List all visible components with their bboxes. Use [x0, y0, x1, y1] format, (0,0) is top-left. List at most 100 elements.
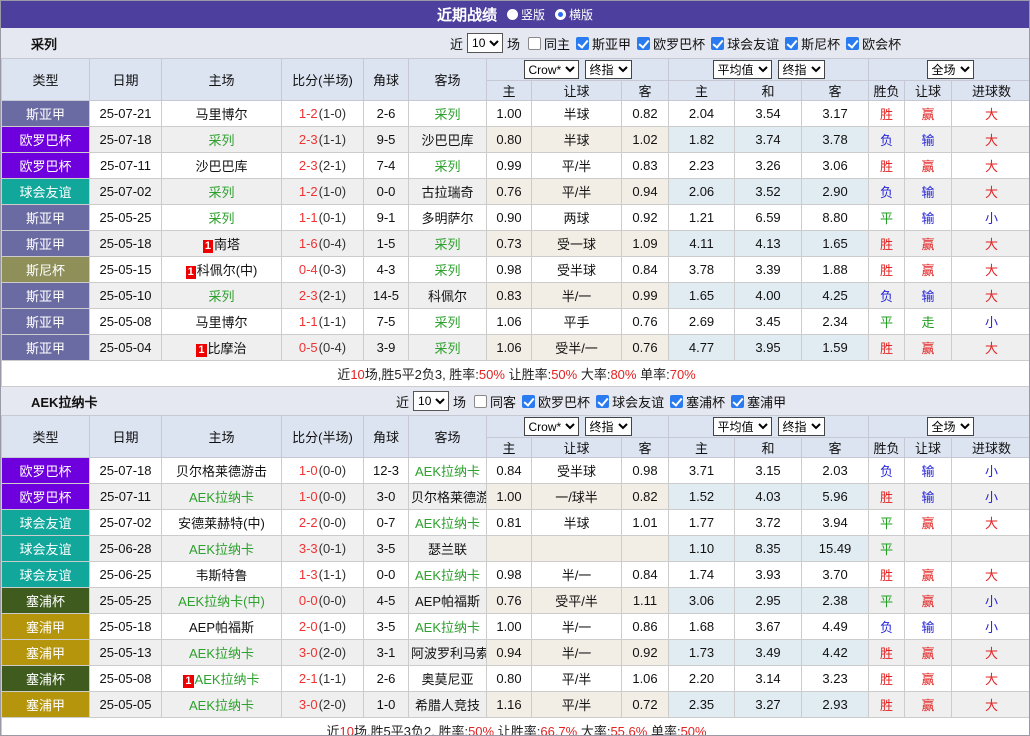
odds-home: 0.99: [486, 152, 532, 179]
fulltime-select[interactable]: 全场: [926, 60, 974, 79]
view-option-horizontal[interactable]: 横版: [555, 6, 593, 23]
league-checkbox[interactable]: [670, 394, 684, 408]
league-badge: 塞浦甲: [1, 613, 90, 640]
match-score: 3-0(2-0): [281, 691, 364, 718]
odds-time-select[interactable]: 终指: [584, 60, 632, 79]
match-date: 25-05-18: [89, 230, 162, 257]
fulltime-score: 3-3: [298, 541, 318, 556]
result-handicap: 输: [904, 126, 953, 153]
odds-home: 0.73: [486, 230, 532, 257]
away-team: 奥莫尼亚: [408, 665, 487, 692]
avg-home: 3.71: [668, 457, 736, 484]
games-label: 场: [453, 394, 467, 410]
summary-segment: 50%: [468, 724, 495, 736]
corner-score: 3-5: [363, 613, 409, 640]
league-checkbox[interactable]: [731, 394, 745, 408]
league-checkbox[interactable]: [522, 394, 536, 408]
odds-source-select[interactable]: Crow*: [523, 60, 579, 79]
halftime-score: (2-1): [318, 158, 347, 173]
match-date: 25-07-18: [89, 457, 162, 484]
match-score: 1-6(0-4): [281, 230, 364, 257]
home-team-name: 南塔: [214, 237, 241, 252]
corner-score: 2-6: [363, 665, 409, 692]
match-score: 1-1(0-1): [281, 204, 364, 231]
match-score: 1-2(1-0): [281, 100, 364, 127]
results-table: 类型 日期 主场 比分(半场) 角球 客场 Crow*终指 平均值终指 全场: [1, 58, 1029, 387]
league-checkbox[interactable]: [637, 36, 651, 50]
odds-handicap: 半/一: [531, 282, 622, 309]
league-checkbox[interactable]: [596, 394, 610, 408]
league-filter-label: 球会友谊: [612, 394, 665, 410]
away-team: 采列: [408, 308, 487, 335]
corner-score: 0-0: [363, 561, 409, 588]
odds-time-select[interactable]: 终指: [584, 417, 632, 436]
same-venue-checkbox[interactable]: [474, 394, 488, 408]
odds-away: 0.82: [620, 483, 670, 510]
view-option-vertical[interactable]: 竖版: [506, 6, 545, 23]
radio-horizontal-icon[interactable]: [555, 9, 566, 20]
result-outcome: 平: [868, 509, 906, 536]
result-handicap: 赢: [904, 639, 953, 666]
title-bar: 近期战绩 竖版 横版: [1, 1, 1029, 28]
summary-segment: 10: [350, 367, 365, 382]
league-checkbox[interactable]: [846, 36, 860, 50]
result-goals: 大: [951, 665, 1029, 692]
result-outcome: 胜: [868, 691, 906, 718]
away-team-name: AEK拉纳卡: [414, 464, 480, 479]
odds-source-select[interactable]: Crow*: [523, 417, 579, 436]
away-team-name: 多明萨尔: [421, 211, 474, 226]
odds-handicap: 平/半: [531, 665, 622, 692]
avg-away: 2.38: [801, 587, 870, 614]
away-team-name: 沙巴巴库: [421, 133, 474, 148]
league-filter-label: 塞浦杯: [686, 394, 726, 410]
col-header-avg-home: 主: [668, 437, 736, 458]
avg-source-select[interactable]: 平均值: [712, 60, 772, 79]
avg-time-select[interactable]: 终指: [777, 60, 825, 79]
fulltime-select[interactable]: 全场: [926, 417, 974, 436]
odds-away: 0.82: [620, 100, 670, 127]
league-checkbox[interactable]: [785, 36, 799, 50]
odds-away: 0.83: [620, 152, 670, 179]
match-count-select[interactable]: 10: [467, 33, 504, 53]
odds-home: 1.16: [486, 691, 532, 718]
match-score: 0-4(0-3): [281, 256, 364, 283]
odds-home: 0.80: [486, 665, 532, 692]
odds-handicap: 半球: [531, 126, 622, 153]
same-venue-checkbox[interactable]: [528, 36, 542, 50]
radio-vertical-icon[interactable]: [506, 9, 518, 20]
summary-segment: 大率:: [577, 367, 611, 382]
halftime-score: (1-1): [318, 671, 347, 686]
match-count-select[interactable]: 10: [413, 391, 450, 411]
result-handicap: 输: [904, 613, 953, 640]
match-date: 25-07-11: [89, 483, 162, 510]
avg-time-select[interactable]: 终指: [777, 417, 825, 436]
away-team: 采列: [408, 334, 487, 361]
avg-draw: 3.95: [734, 334, 803, 361]
corner-score: 4-5: [363, 587, 409, 614]
league-badge: 塞浦甲: [1, 691, 90, 718]
home-team: 1 科佩尔(中): [161, 256, 282, 283]
corner-score: 4-3: [363, 256, 409, 283]
league-checkbox[interactable]: [576, 36, 590, 50]
odds-handicap: 半球: [531, 100, 622, 127]
match-date: 25-07-11: [89, 152, 162, 179]
home-team: 采列: [161, 204, 282, 231]
avg-draw: 4.13: [734, 230, 803, 257]
odds-handicap: 两球: [531, 204, 622, 231]
league-checkbox[interactable]: [711, 36, 725, 50]
league-badge: 欧罗巴杯: [1, 152, 90, 179]
halftime-score: (1-0): [318, 184, 347, 199]
league-badge: 欧罗巴杯: [1, 126, 90, 153]
match-date: 25-05-25: [89, 204, 162, 231]
odds-home: 0.76: [486, 587, 532, 614]
league-badge: 塞浦杯: [1, 665, 90, 692]
odds-handicap: 平/半: [531, 178, 622, 205]
odds-away: 0.84: [620, 561, 670, 588]
odds-handicap: 平/半: [531, 152, 622, 179]
odds-handicap: [531, 535, 622, 562]
league-filter-label: 斯尼杯: [801, 36, 841, 52]
odds-away: [620, 535, 670, 562]
summary-segment: 80%: [610, 367, 637, 382]
avg-source-select[interactable]: 平均值: [712, 417, 772, 436]
avg-home: 2.06: [668, 178, 736, 205]
